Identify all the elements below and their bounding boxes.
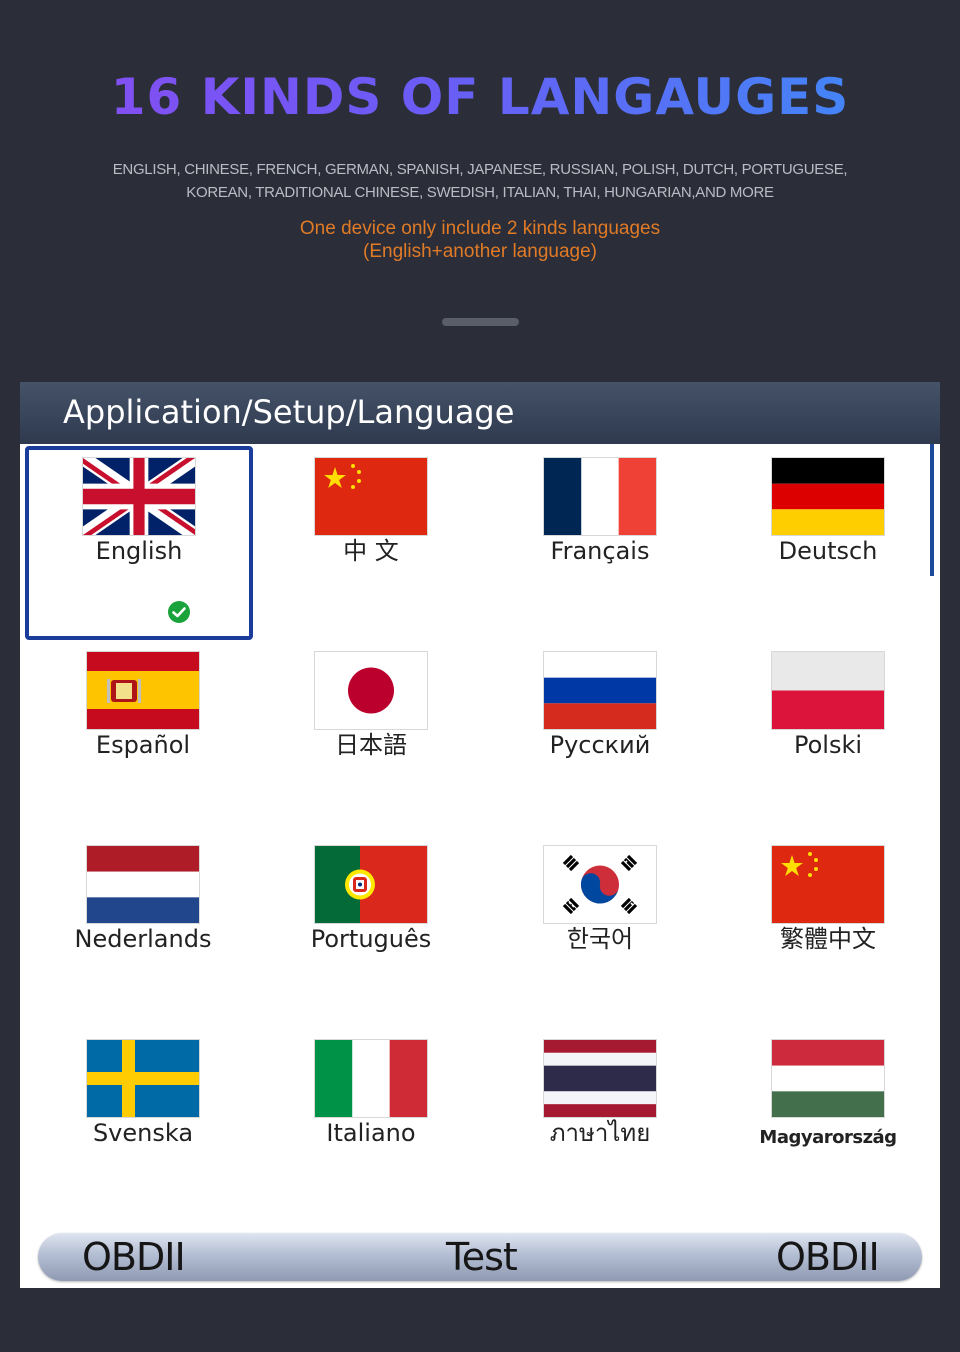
language-option-polish[interactable]: Polski xyxy=(710,638,938,832)
divider xyxy=(442,318,519,326)
language-label: Svenska xyxy=(92,1119,194,1147)
netherlands-flag-icon xyxy=(87,846,199,923)
thailand-flag-icon xyxy=(544,1040,656,1117)
language-option-korean[interactable]: 한국어 xyxy=(482,832,710,1026)
languages-list-line: ENGLISH, CHINESE, FRENCH, GERMAN, SPANIS… xyxy=(112,161,848,178)
footer-right-label: OBDII xyxy=(776,1235,880,1279)
germany-flag-icon xyxy=(772,458,884,535)
language-label: Русский xyxy=(549,731,651,759)
language-option-thai[interactable]: ภาษาไทย xyxy=(482,1026,710,1220)
language-label: 中 文 xyxy=(343,537,399,565)
checkmark-icon xyxy=(168,601,190,623)
italy-flag-icon xyxy=(315,1040,427,1117)
language-label: 日本語 xyxy=(335,731,407,759)
language-note-line: One device only include 2 kinds language… xyxy=(299,218,661,239)
language-option-portuguese[interactable]: Português xyxy=(253,832,481,1026)
china-flag-icon xyxy=(315,458,427,535)
footer-center-label: Test xyxy=(446,1235,518,1279)
russia-flag-icon xyxy=(544,652,656,729)
language-label: 繁體中文 xyxy=(780,925,876,953)
language-option-russian[interactable]: Русский xyxy=(482,638,710,832)
hungary-flag-icon xyxy=(772,1040,884,1117)
language-label: Polski xyxy=(793,731,863,759)
language-option-french[interactable]: Français xyxy=(482,444,710,638)
status-bar: OBDII Test OBDII xyxy=(38,1233,922,1281)
languages-list: ENGLISH, CHINESE, FRENCH, GERMAN, SPANIS… xyxy=(100,158,860,204)
language-label: Nederlands xyxy=(74,925,212,953)
language-option-hungarian[interactable]: Magyarország xyxy=(710,1026,938,1220)
language-label: English xyxy=(95,537,183,565)
language-option-english[interactable]: English xyxy=(25,446,253,640)
france-flag-icon xyxy=(544,458,656,535)
screen-header: Application/Setup/Language xyxy=(20,382,940,444)
uk-flag-icon xyxy=(83,458,195,535)
device-screen: Application/Setup/Language English 中 文 F… xyxy=(20,382,940,1288)
language-label: Italiano xyxy=(326,1119,416,1147)
languages-list-line: KOREAN, TRADITIONAL CHINESE, SWEDISH, IT… xyxy=(186,184,774,201)
language-label: Magyarország xyxy=(759,1127,897,1148)
japan-flag-icon xyxy=(315,652,427,729)
language-note-line: (English+another language) xyxy=(363,241,597,262)
china-flag-icon xyxy=(772,846,884,923)
language-option-traditional-chinese[interactable]: 繁體中文 xyxy=(710,832,938,1026)
language-option-chinese[interactable]: 中 文 xyxy=(253,444,481,638)
breadcrumb: Application/Setup/Language xyxy=(63,393,515,431)
language-option-swedish[interactable]: Svenska xyxy=(25,1026,253,1220)
language-label: Français xyxy=(550,537,650,565)
language-option-dutch[interactable]: Nederlands xyxy=(25,832,253,1026)
language-option-japanese[interactable]: 日本語 xyxy=(253,638,481,832)
language-note: One device only include 2 kinds language… xyxy=(0,217,960,263)
sweden-flag-icon xyxy=(87,1040,199,1117)
language-label: ภาษาไทย xyxy=(549,1119,651,1147)
footer-left-label: OBDII xyxy=(82,1235,186,1279)
language-label: Deutsch xyxy=(778,537,878,565)
headline: 16 KINDS OF LANGAUGES xyxy=(0,68,960,126)
language-option-german[interactable]: Deutsch xyxy=(710,444,938,638)
language-label: Español xyxy=(95,731,191,759)
poland-flag-icon xyxy=(772,652,884,729)
language-option-italian[interactable]: Italiano xyxy=(253,1026,481,1220)
korea-flag-icon xyxy=(544,846,656,923)
language-option-spanish[interactable]: Español xyxy=(25,638,253,832)
language-label: Português xyxy=(310,925,432,953)
language-label: 한국어 xyxy=(566,925,634,953)
spain-flag-icon xyxy=(87,652,199,729)
portugal-flag-icon xyxy=(315,846,427,923)
